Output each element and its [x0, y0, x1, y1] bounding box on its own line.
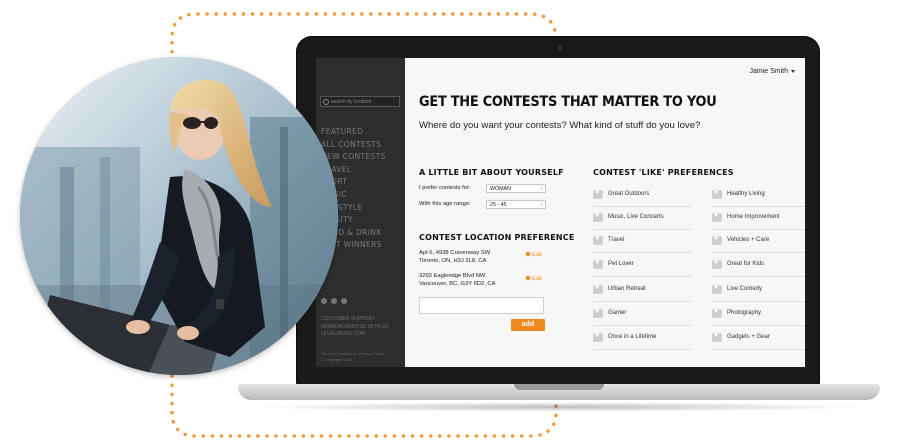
- pref-item[interactable]: Travel: [593, 230, 691, 253]
- pref-item[interactable]: Urban Retreat: [593, 279, 691, 302]
- prefer-label: I prefer contests for:: [419, 185, 471, 191]
- instagram-icon[interactable]: [341, 298, 347, 304]
- pencil-icon: [525, 275, 531, 282]
- age-label: With this age range:: [419, 201, 471, 207]
- select-arrows-icon: ↕: [540, 202, 544, 208]
- pref-item[interactable]: Healthy Living: [712, 184, 805, 207]
- heart-icon: [712, 212, 722, 222]
- pref-item[interactable]: Photography: [712, 303, 805, 326]
- age-value: 25 - 45: [490, 202, 507, 208]
- heart-icon: [712, 189, 722, 199]
- laptop-shadow: [250, 402, 870, 412]
- pref-label: Gadgets + Gear: [727, 334, 770, 340]
- new-location-input[interactable]: [419, 297, 544, 314]
- heart-icon: [593, 308, 603, 318]
- pref-item[interactable]: Great Outdoors: [593, 184, 691, 207]
- pref-item[interactable]: Live Comedy: [712, 279, 805, 302]
- gender-value: WOMAN: [490, 186, 511, 192]
- gender-select[interactable]: WOMAN ↕: [486, 184, 546, 193]
- heart-icon: [593, 212, 603, 222]
- page-subtitle: Where do you want your contests? What ki…: [419, 120, 701, 131]
- age-select[interactable]: 25 - 45 ↕: [486, 200, 546, 209]
- user-name: Jamie Smith: [749, 68, 788, 75]
- pref-label: Healthy Living: [727, 191, 765, 197]
- address-1-line1: Apt 6, 4938 Cravenway SW: [419, 250, 491, 256]
- edit-address-1-button[interactable]: Edit: [525, 251, 542, 258]
- pref-label: Great Outdoors: [608, 191, 650, 197]
- laptop-notch: [514, 384, 604, 390]
- photo-illustration: [20, 57, 338, 375]
- heart-icon: [593, 235, 603, 245]
- heart-icon: [593, 259, 603, 269]
- edit-address-2-button[interactable]: Edit: [525, 275, 542, 282]
- address-1-line2: Toronto, ON, H3J 2L8, CA: [419, 258, 487, 264]
- pref-label: Travel: [608, 237, 625, 243]
- pref-label: Photography: [727, 310, 762, 316]
- heart-icon: [712, 259, 722, 269]
- pencil-icon: [525, 251, 531, 258]
- chevron-down-icon: [791, 69, 795, 73]
- edit-label: Edit: [532, 252, 542, 258]
- heart-icon: [712, 235, 722, 245]
- address-2-line1: 3293 Eaglendge Blvd NW: [419, 273, 486, 279]
- heart-icon: [712, 284, 722, 294]
- address-1: Apt 6, 4938 Cravenway SW Toronto, ON, H3J…: [419, 249, 490, 265]
- pref-item[interactable]: Gadgets + Gear: [712, 327, 805, 350]
- pref-label: Pet Lover: [608, 261, 634, 267]
- pref-label: Home Improvement: [727, 214, 780, 220]
- laptop-camera: [558, 46, 562, 50]
- main-content: Jamie Smith GET THE CONTESTS THAT MATTER…: [405, 58, 805, 367]
- select-arrows-icon: ↕: [540, 186, 544, 192]
- heart-icon: [593, 332, 603, 342]
- pref-item[interactable]: Great for Kids: [712, 254, 805, 277]
- address-2: 3293 Eaglendge Blvd NW Vancouver, BC, G3Y…: [419, 272, 495, 288]
- location-section-title: CONTEST LOCATION PREFERENCE: [419, 233, 575, 242]
- add-location-button[interactable]: add: [511, 319, 545, 331]
- edit-label: Edit: [532, 276, 542, 282]
- pref-item[interactable]: Home Improvement: [712, 207, 805, 230]
- heart-icon: [593, 189, 603, 199]
- preferences-section-title: CONTEST 'LIKE' PREFERENCES: [593, 168, 734, 177]
- page-title: GET THE CONTESTS THAT MATTER TO YOU: [419, 94, 717, 110]
- pref-item[interactable]: Gamer: [593, 303, 691, 326]
- address-2-line2: Vancouver, BC, G3Y 6D2, CA: [419, 281, 496, 287]
- hero-illustration: search by location FEATURED ALL CONTESTS…: [0, 0, 900, 447]
- heart-icon: [712, 332, 722, 342]
- pref-label: Great for Kids: [727, 261, 765, 267]
- pref-label: Music, Live Concerts: [608, 214, 664, 220]
- pref-label: Vehicles + Care: [727, 237, 770, 243]
- about-section-title: A LITTLE BIT ABOUT YOURSELF: [419, 168, 564, 177]
- heart-icon: [593, 284, 603, 294]
- pref-item[interactable]: Pet Lover: [593, 254, 691, 277]
- heart-icon: [712, 308, 722, 318]
- pref-label: Once in a Lifetime: [608, 334, 657, 340]
- pref-label: Live Comedy: [727, 286, 763, 292]
- pref-label: Gamer: [608, 310, 627, 316]
- woman-photo: [20, 57, 338, 375]
- user-menu[interactable]: Jamie Smith: [749, 68, 795, 75]
- laptop-screen: search by location FEATURED ALL CONTESTS…: [316, 58, 805, 367]
- pref-item[interactable]: Vehicles + Care: [712, 230, 805, 253]
- pref-label: Urban Retreat: [608, 286, 646, 292]
- pref-item[interactable]: Music, Live Concerts: [593, 207, 691, 230]
- pref-item[interactable]: Once in a Lifetime: [593, 327, 691, 350]
